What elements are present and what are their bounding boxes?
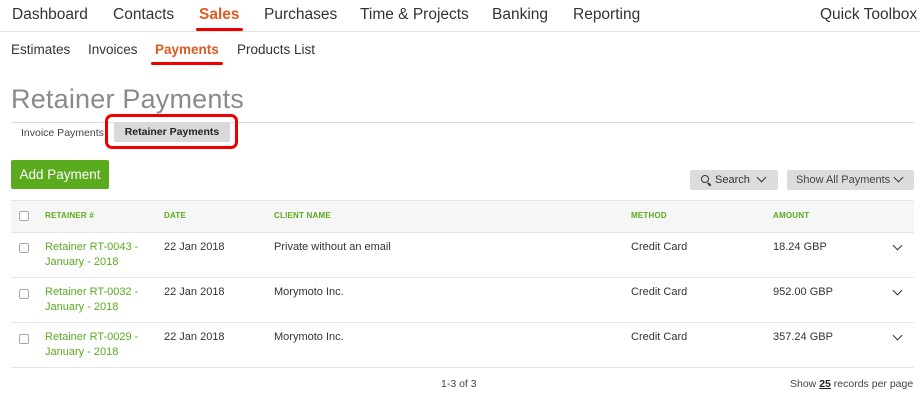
show-all-payments-dropdown[interactable]: Show All Payments (787, 170, 914, 190)
client-name: Morymoto Inc. (274, 286, 344, 298)
filter-label: Show All Payments (796, 174, 891, 186)
select-all-checkbox[interactable] (19, 211, 29, 221)
subnav-payments[interactable]: Payments (151, 42, 223, 65)
top-nav: Dashboard Contacts Sales Purchases Time … (0, 0, 920, 32)
nav-time-projects[interactable]: Time & Projects (360, 6, 469, 24)
nav-reporting[interactable]: Reporting (573, 6, 640, 24)
nav-sales[interactable]: Sales (196, 6, 243, 31)
tab-invoice-payments[interactable]: Invoice Payments (21, 127, 104, 139)
row-checkbox[interactable] (19, 334, 29, 344)
row-checkbox[interactable] (19, 243, 29, 253)
client-name: Morymoto Inc. (274, 331, 344, 343)
retainer-link[interactable]: Retainer RT-0029 - January - 2018 (45, 330, 145, 360)
page-size-prefix: Show (790, 378, 817, 390)
chevron-down-icon (893, 172, 904, 183)
pagination-range: 1-3 of 3 (441, 378, 477, 390)
payment-date: 22 Jan 2018 (164, 286, 225, 298)
payment-method: Credit Card (631, 241, 688, 253)
retainer-link[interactable]: Retainer RT-0043 - January - 2018 (45, 240, 145, 270)
header-amount[interactable]: AMOUNT (773, 211, 809, 220)
nav-banking[interactable]: Banking (492, 6, 548, 24)
row-checkbox[interactable] (19, 289, 29, 299)
payment-amount: 357.24 GBP (773, 331, 833, 343)
header-method[interactable]: METHOD (631, 211, 667, 220)
header-retainer[interactable]: RETAINER # (45, 211, 94, 220)
subnav-products-list[interactable]: Products List (237, 42, 315, 57)
subnav-invoices[interactable]: Invoices (88, 42, 138, 57)
payment-amount: 952.00 GBP (773, 286, 833, 298)
client-name: Private without an email (274, 241, 391, 253)
subnav-estimates[interactable]: Estimates (11, 42, 70, 57)
payment-date: 22 Jan 2018 (164, 241, 225, 253)
nav-purchases[interactable]: Purchases (264, 6, 337, 24)
page-title: Retainer Payments (11, 84, 245, 114)
page-size-control: Show 25 records per page (790, 378, 913, 390)
chevron-down-icon (756, 172, 767, 183)
nav-dashboard[interactable]: Dashboard (12, 6, 88, 24)
retainer-link[interactable]: Retainer RT-0032 - January - 2018 (45, 285, 145, 315)
payment-amount: 18.24 GBP (773, 241, 827, 253)
tab-highlight-annotation (105, 114, 238, 149)
payment-method: Credit Card (631, 286, 688, 298)
search-button-label: Search (715, 174, 750, 186)
payment-date: 22 Jan 2018 (164, 331, 225, 343)
search-icon (701, 175, 709, 183)
search-button[interactable]: Search (690, 170, 778, 190)
add-payment-button[interactable]: Add Payment (11, 160, 109, 189)
nav-contacts[interactable]: Contacts (113, 6, 174, 24)
header-date[interactable]: DATE (164, 211, 186, 220)
nav-quick-toolbox[interactable]: Quick Toolbox (820, 6, 917, 24)
payment-method: Credit Card (631, 331, 688, 343)
page-size-suffix: records per page (833, 378, 914, 390)
header-client-name[interactable]: CLIENT NAME (274, 211, 331, 220)
page-size-link[interactable]: 25 (819, 378, 831, 390)
